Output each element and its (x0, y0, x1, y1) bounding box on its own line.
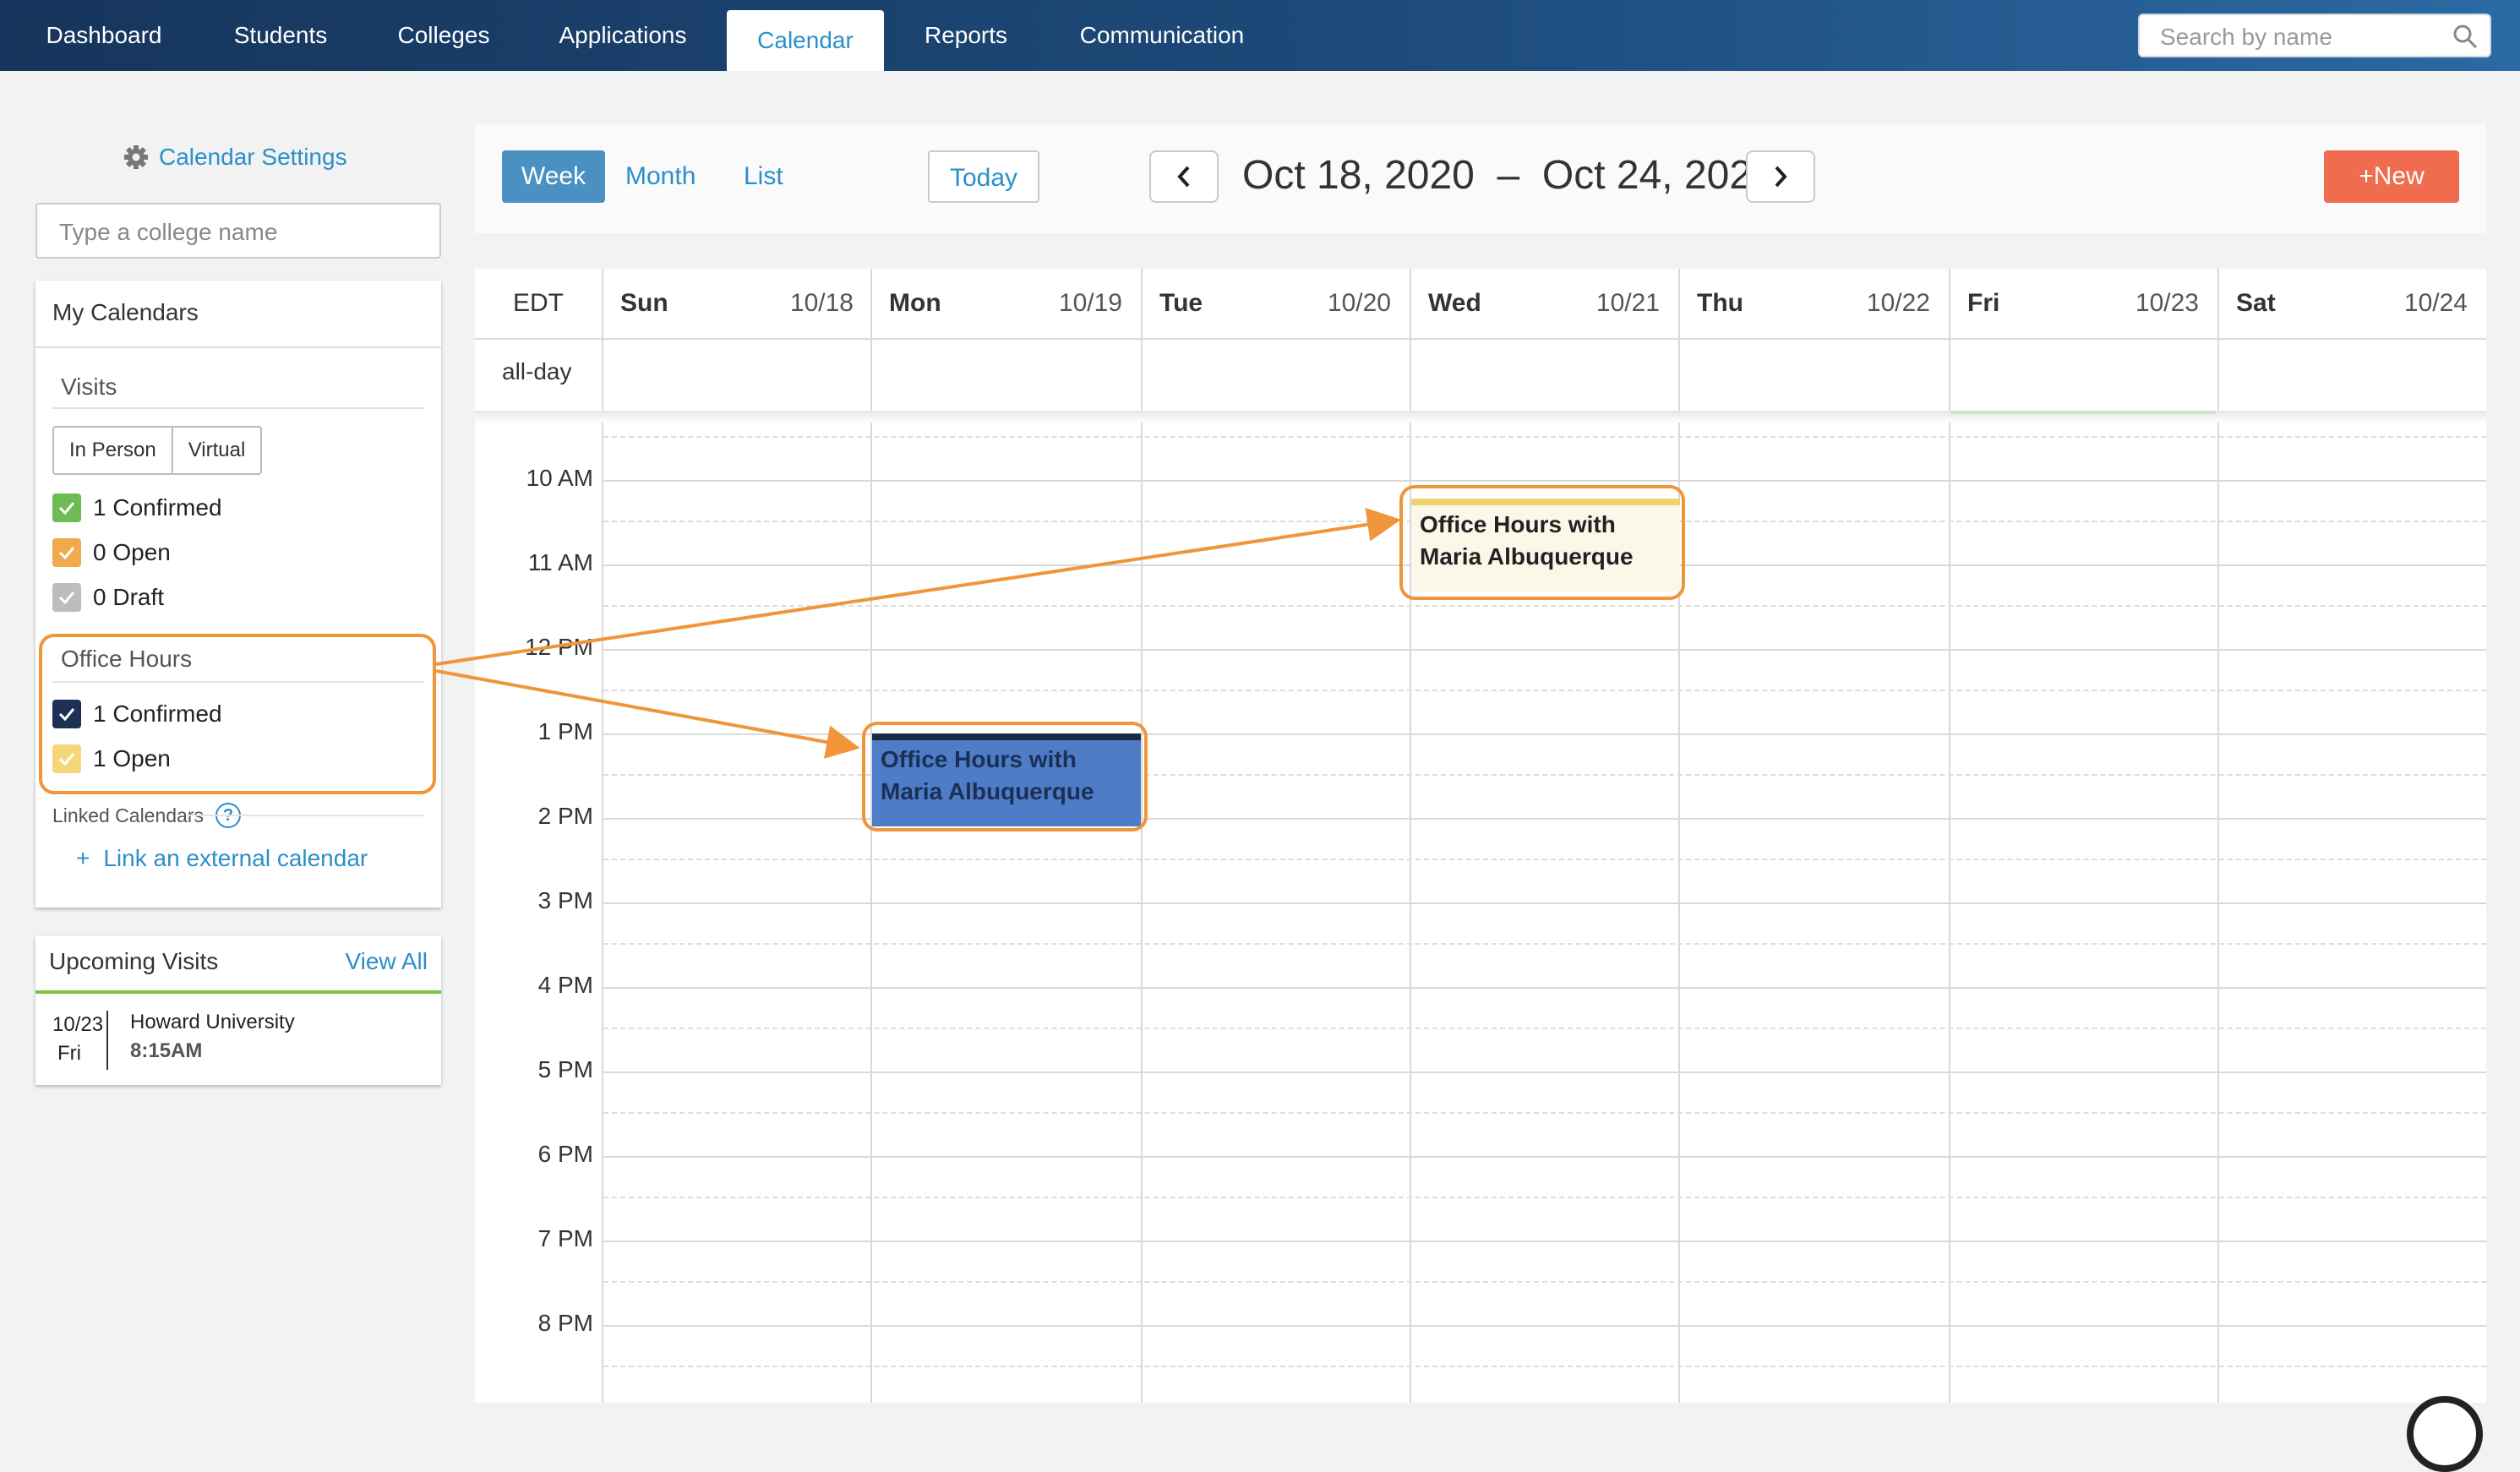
arrow-icon (435, 507, 1401, 666)
help-widget-icon[interactable] (2407, 1396, 2483, 1472)
annotation-arrows (435, 507, 1401, 759)
arrow-icon (435, 669, 860, 759)
